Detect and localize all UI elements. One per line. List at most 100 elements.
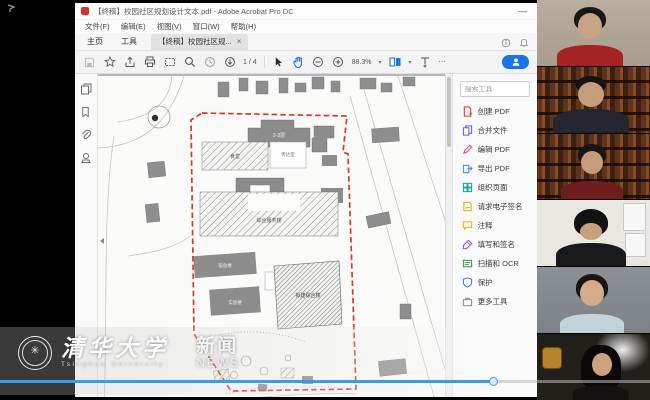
tool-comment[interactable]: 注释 <box>453 216 537 235</box>
search-icon[interactable] <box>183 56 196 69</box>
tool-export-pdf[interactable]: 导出 PDF <box>453 159 537 178</box>
tool-fill-sign[interactable]: 填写和签名 <box>453 235 537 254</box>
print-icon[interactable] <box>143 56 156 69</box>
window-title: 【终稿】校园社区规划设计文本.pdf - Adobe Acrobat Pro D… <box>94 6 509 17</box>
page-down-icon[interactable] <box>223 56 236 69</box>
svg-text:2-3层: 2-3层 <box>273 133 285 139</box>
tool-organize-pages[interactable]: 组织页面 <box>453 178 537 197</box>
tab-row: 主页 工具 【终稿】校园社区规... × <box>75 33 537 51</box>
tools-panel: 创建 PDF 合并文件 编辑 PDF 导出 PDF 组织页面 <box>452 74 537 397</box>
snapshot-icon[interactable] <box>163 56 176 69</box>
menu-file[interactable]: 文件(F) <box>85 21 110 32</box>
zoom-level-value[interactable]: 88.3% <box>352 59 372 66</box>
edit-pdf-icon <box>462 144 473 155</box>
bookmarks-icon[interactable] <box>80 106 91 118</box>
share-icon[interactable] <box>123 56 136 69</box>
acrobat-app-icon <box>81 7 89 15</box>
person-icon <box>511 57 521 67</box>
tools-search-box[interactable] <box>460 81 530 97</box>
participant-video-3[interactable] <box>537 134 650 201</box>
page-thumbnails-icon[interactable] <box>80 83 92 95</box>
zoom-out-icon[interactable] <box>312 56 325 69</box>
participant-video-1[interactable] <box>537 0 650 67</box>
participant-video-column <box>537 0 650 400</box>
scan-ocr-icon <box>462 258 473 269</box>
tool-protect[interactable]: 保护 <box>453 273 537 292</box>
participant-video-5[interactable] <box>537 267 650 334</box>
scrollbar-thumb[interactable] <box>447 77 451 147</box>
page-indicator[interactable]: 1 / 4 <box>243 59 257 66</box>
participant-video-4[interactable] <box>537 200 650 267</box>
menu-help[interactable]: 帮助(H) <box>231 21 256 32</box>
svg-text:宿舍楼: 宿舍楼 <box>218 262 232 269</box>
select-tool-icon[interactable] <box>272 56 285 69</box>
video-frame: 【终稿】校园社区规划设计文本.pdf - Adobe Acrobat Pro D… <box>0 0 650 400</box>
svg-text:拟建综合楼: 拟建综合楼 <box>295 292 320 299</box>
fit-caret-icon[interactable]: ▾ <box>409 59 412 66</box>
stamps-icon[interactable] <box>80 152 92 164</box>
university-name-en: Tsinghua University <box>61 362 169 369</box>
tab-document[interactable]: 【终稿】校园社区规... × <box>151 34 248 50</box>
attachments-icon[interactable] <box>80 129 92 141</box>
university-name-cn: 清华大学 <box>61 337 169 360</box>
tab-tools[interactable]: 工具 <box>117 34 141 50</box>
svg-text:实验楼: 实验楼 <box>228 299 242 306</box>
document-tab-label: 【终稿】校园社区规... <box>158 36 232 47</box>
text-select-icon[interactable] <box>419 56 432 69</box>
tool-request-signature[interactable]: 请求电子签名 <box>453 197 537 216</box>
cursor-flag-icon <box>7 4 16 13</box>
organize-pages-icon <box>462 182 473 193</box>
tsinghua-news-watermark: 清华大学 Tsinghua University | 新闻 NEWS <box>18 336 240 370</box>
tsinghua-seal-logo <box>18 336 52 370</box>
participant-video-6[interactable] <box>537 334 650 400</box>
sign-in-button[interactable] <box>502 55 529 69</box>
svg-text:传达室: 传达室 <box>281 151 295 158</box>
tool-create-pdf[interactable]: 创建 PDF <box>453 102 537 121</box>
minimize-button[interactable]: — <box>514 6 531 16</box>
hand-tool-icon[interactable] <box>292 56 305 69</box>
menu-view[interactable]: 视图(V) <box>157 21 182 32</box>
svg-text:食堂: 食堂 <box>230 153 240 160</box>
bell-icon[interactable] <box>519 38 529 48</box>
protect-icon <box>462 277 473 288</box>
news-label-cn: 新闻 <box>196 337 240 356</box>
tool-more-tools[interactable]: 更多工具 <box>453 292 537 311</box>
svg-text:总平面图: 总平面图 <box>267 396 285 397</box>
tools-search-input[interactable] <box>461 86 529 93</box>
export-pdf-icon <box>462 163 473 174</box>
combine-files-icon <box>462 125 473 136</box>
participant-video-2[interactable] <box>537 67 650 134</box>
svg-text:综合服务楼: 综合服务楼 <box>256 217 281 224</box>
menu-bar: 文件(F) 编辑(E) 视图(V) 窗口(W) 帮助(H) <box>75 20 537 33</box>
more-tools-icon <box>462 296 473 307</box>
panel-collapse-arrow-icon[interactable] <box>100 238 104 244</box>
comment-icon <box>462 220 473 231</box>
more-tools-ellipsis[interactable]: ⋯ <box>439 58 446 66</box>
fit-width-icon[interactable] <box>389 56 402 69</box>
zoom-in-icon[interactable] <box>332 56 345 69</box>
watermark-divider: | <box>180 342 185 365</box>
vertical-scrollbar[interactable] <box>445 74 452 397</box>
create-pdf-icon <box>462 106 473 117</box>
progress-handle[interactable] <box>489 377 498 386</box>
tool-combine-files[interactable]: 合并文件 <box>453 121 537 140</box>
save-icon[interactable] <box>83 56 96 69</box>
progress-played <box>0 380 494 383</box>
video-progress-bar[interactable] <box>0 380 650 383</box>
title-bar: 【终稿】校园社区规划设计文本.pdf - Adobe Acrobat Pro D… <box>75 3 537 20</box>
menu-edit[interactable]: 编辑(E) <box>121 21 146 32</box>
menu-window[interactable]: 窗口(W) <box>193 21 220 32</box>
tool-scan-ocr[interactable]: 扫描和 OCR <box>453 254 537 273</box>
request-signature-icon <box>462 201 473 212</box>
history-icon[interactable] <box>203 56 216 69</box>
news-label-en: NEWS <box>196 357 240 370</box>
info-icon[interactable] <box>501 38 511 48</box>
tab-home[interactable]: 主页 <box>83 34 107 50</box>
close-tab-icon[interactable]: × <box>237 37 242 46</box>
fill-sign-icon <box>462 239 473 250</box>
roundabout-dot <box>152 115 158 121</box>
main-toolbar: 1 / 4 88.3% ▾ ▾ ⋯ <box>75 51 537 74</box>
tool-edit-pdf[interactable]: 编辑 PDF <box>453 140 537 159</box>
star-favorites-icon[interactable] <box>103 56 116 69</box>
zoom-caret-icon[interactable]: ▾ <box>378 59 381 66</box>
